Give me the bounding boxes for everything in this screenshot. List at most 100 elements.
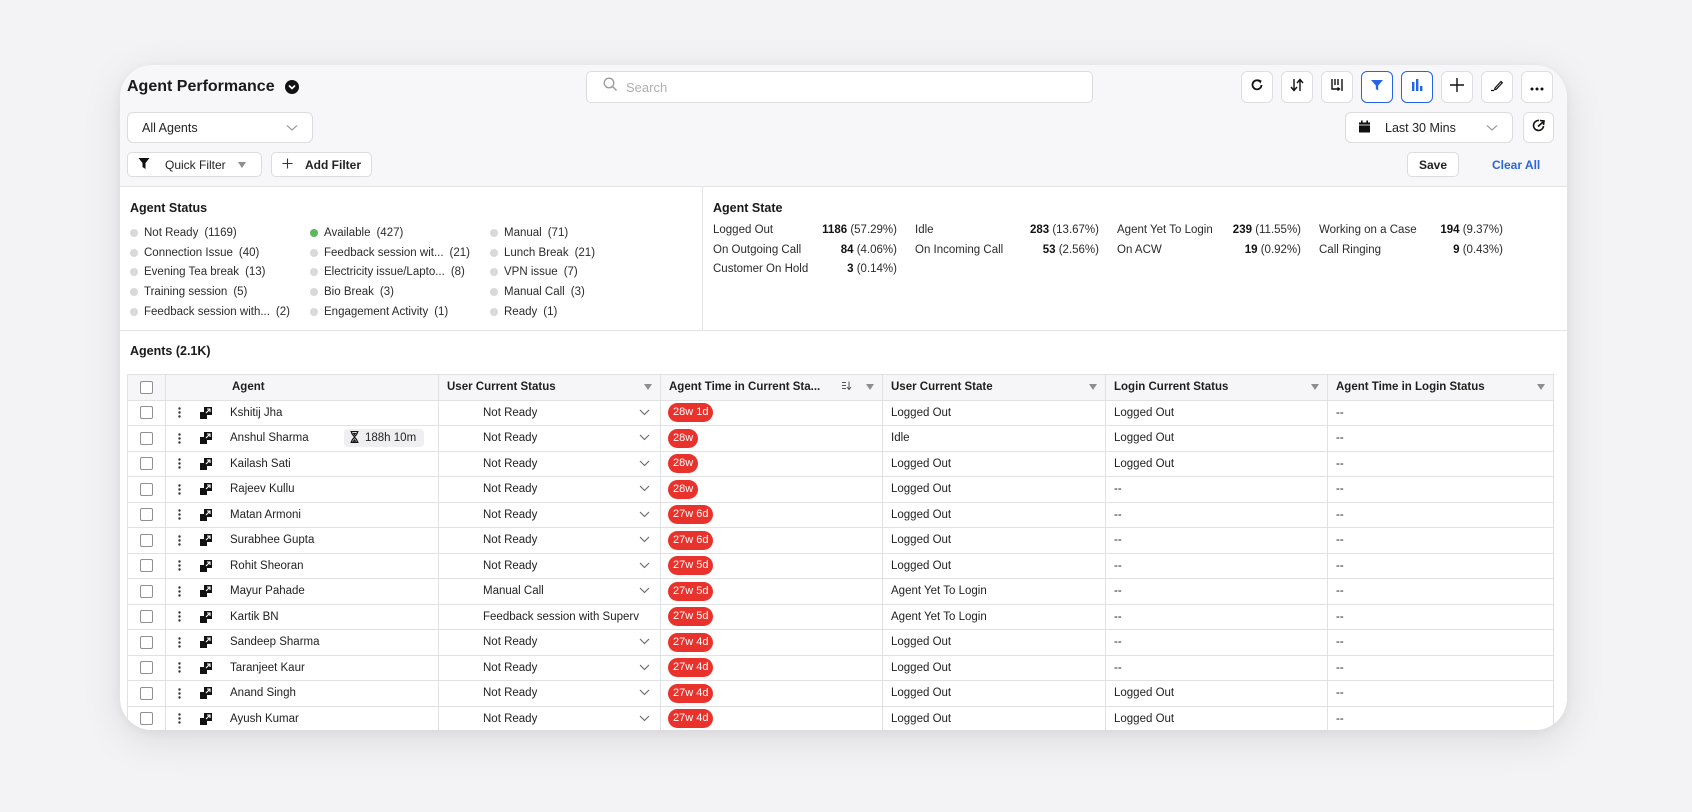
column-header-agent-time-current-status[interactable]: Agent Time in Current Sta... bbox=[660, 374, 883, 401]
agent-status-item[interactable]: Electricity issue/Lapto... (8) bbox=[310, 265, 465, 279]
agent-status-item[interactable]: Manual Call (3) bbox=[490, 285, 585, 299]
table-row[interactable]: Rohit Sheoran Not Ready 27w 5d Logged Out --… bbox=[127, 552, 1554, 579]
chevron-down-icon[interactable] bbox=[639, 585, 650, 597]
column-header-user-current-status[interactable]: User Current Status bbox=[438, 374, 661, 401]
chevron-down-icon[interactable] bbox=[639, 458, 650, 470]
row-menu-icon[interactable] bbox=[172, 458, 186, 469]
agent-state-value[interactable]: 239 (11.55%) bbox=[1209, 224, 1301, 236]
chevron-down-icon[interactable] bbox=[639, 713, 650, 725]
agent-name[interactable]: Anshul Sharma bbox=[230, 432, 338, 444]
sort-desc-icon[interactable] bbox=[842, 381, 852, 393]
column-header-agent[interactable]: Agent bbox=[165, 374, 439, 401]
sort-button[interactable] bbox=[1281, 71, 1313, 103]
table-row[interactable]: Anand Singh Not Ready 27w 4d Logged Out Logg… bbox=[127, 680, 1554, 707]
chevron-down-icon[interactable] bbox=[639, 509, 650, 521]
row-checkbox[interactable] bbox=[140, 686, 153, 700]
table-row[interactable]: Taranjeet Kaur Not Ready 27w 4d Logged Out -… bbox=[127, 654, 1554, 681]
agent-state-value[interactable]: 84 (4.06%) bbox=[805, 244, 897, 256]
agent-state-value[interactable]: 53 (2.56%) bbox=[1007, 244, 1099, 256]
user-current-status-cell[interactable]: Manual Call bbox=[438, 578, 661, 605]
edit-button[interactable] bbox=[1481, 71, 1513, 103]
user-current-status-cell[interactable]: Not Ready bbox=[438, 705, 661, 730]
agent-status-item[interactable]: Lunch Break (21) bbox=[490, 246, 595, 260]
chevron-down-icon[interactable] bbox=[639, 534, 650, 546]
agent-name[interactable]: Kartik BN bbox=[230, 611, 338, 623]
open-agent-icon[interactable] bbox=[200, 610, 212, 623]
agent-status-item[interactable]: Ready (1) bbox=[490, 305, 557, 319]
row-menu-icon[interactable] bbox=[172, 407, 186, 418]
chevron-down-icon[interactable] bbox=[639, 687, 650, 699]
agent-status-item[interactable]: Evening Tea break (13) bbox=[130, 265, 266, 279]
agent-state-value[interactable]: 19 (0.92%) bbox=[1209, 244, 1301, 256]
table-row[interactable]: Surabhee Gupta Not Ready 27w 6d Logged Out -… bbox=[127, 527, 1554, 554]
agent-status-item[interactable]: VPN issue (7) bbox=[490, 265, 578, 279]
agent-name[interactable]: Surabhee Gupta bbox=[230, 534, 338, 546]
row-menu-icon[interactable] bbox=[172, 560, 186, 571]
agent-name[interactable]: Kailash Sati bbox=[230, 458, 338, 470]
table-row[interactable]: Kailash Sati Not Ready 28w Logged Out Logged… bbox=[127, 450, 1554, 477]
open-agent-icon[interactable] bbox=[200, 585, 212, 598]
agent-status-item[interactable]: Available (427) bbox=[310, 226, 403, 240]
agent-name[interactable]: Mayur Pahade bbox=[230, 585, 338, 597]
table-row[interactable]: Sandeep Sharma Not Ready 27w 4d Logged Out -… bbox=[127, 629, 1554, 656]
column-filter-icon[interactable] bbox=[644, 384, 652, 391]
open-agent-icon[interactable] bbox=[200, 559, 212, 572]
row-checkbox[interactable] bbox=[140, 610, 153, 624]
more-options-button[interactable] bbox=[1521, 71, 1553, 103]
agent-name[interactable]: Taranjeet Kaur bbox=[230, 662, 338, 674]
open-agent-icon[interactable] bbox=[200, 508, 212, 521]
column-filter-icon[interactable] bbox=[1089, 384, 1097, 391]
row-checkbox[interactable] bbox=[140, 661, 153, 675]
title-dropdown-icon[interactable] bbox=[284, 80, 299, 94]
table-row[interactable]: Kartik BN Feedback session with Superv 27w… bbox=[127, 603, 1554, 630]
table-row[interactable]: Kshitij Jha Not Ready 28w 1d Logged Out Logg… bbox=[127, 399, 1554, 426]
row-menu-icon[interactable] bbox=[172, 662, 186, 673]
agent-name[interactable]: Ayush Kumar bbox=[230, 713, 338, 725]
date-range-dropdown[interactable]: Last 30 Mins bbox=[1345, 112, 1513, 143]
agent-state-value[interactable]: 194 (9.37%) bbox=[1411, 224, 1503, 236]
add-button[interactable] bbox=[1441, 71, 1473, 103]
agent-status-item[interactable]: Manual (71) bbox=[490, 226, 568, 240]
row-checkbox[interactable] bbox=[140, 482, 153, 496]
user-current-status-cell[interactable]: Not Ready bbox=[438, 654, 661, 681]
share-button[interactable] bbox=[1523, 112, 1554, 143]
agent-name[interactable]: Sandeep Sharma bbox=[230, 636, 338, 648]
add-filter-button[interactable]: Add Filter bbox=[271, 152, 372, 177]
agent-state-value[interactable]: 283 (13.67%) bbox=[1007, 224, 1099, 236]
user-current-status-cell[interactable]: Not Ready bbox=[438, 476, 661, 503]
open-agent-icon[interactable] bbox=[200, 712, 212, 725]
user-current-status-cell[interactable]: Not Ready bbox=[438, 425, 661, 452]
row-checkbox[interactable] bbox=[140, 533, 153, 547]
chevron-down-icon[interactable] bbox=[639, 407, 650, 419]
open-agent-icon[interactable] bbox=[200, 432, 212, 445]
row-checkbox[interactable] bbox=[140, 508, 153, 522]
row-checkbox[interactable] bbox=[140, 559, 153, 573]
agent-status-item[interactable]: Feedback session with... (2) bbox=[130, 305, 290, 319]
user-current-status-cell[interactable]: Not Ready bbox=[438, 680, 661, 707]
open-agent-icon[interactable] bbox=[200, 636, 212, 649]
chevron-down-icon[interactable] bbox=[639, 432, 650, 444]
agent-status-item[interactable]: Engagement Activity (1) bbox=[310, 305, 448, 319]
agent-status-item[interactable]: Bio Break (3) bbox=[310, 285, 394, 299]
open-agent-icon[interactable] bbox=[200, 661, 212, 674]
columns-button[interactable] bbox=[1321, 71, 1353, 103]
refresh-button[interactable] bbox=[1241, 71, 1273, 103]
row-checkbox[interactable] bbox=[140, 457, 153, 471]
column-filter-icon[interactable] bbox=[1537, 384, 1545, 391]
chevron-down-icon[interactable] bbox=[639, 662, 650, 674]
agent-name[interactable]: Matan Armoni bbox=[230, 509, 338, 521]
agent-status-item[interactable]: Feedback session wit... (21) bbox=[310, 246, 470, 260]
quick-filter-button[interactable]: Quick Filter bbox=[127, 152, 262, 177]
user-current-status-cell[interactable]: Not Ready bbox=[438, 450, 661, 477]
row-menu-icon[interactable] bbox=[172, 586, 186, 597]
column-header-agent-time-login-status[interactable]: Agent Time in Login Status bbox=[1327, 374, 1554, 401]
row-menu-icon[interactable] bbox=[172, 509, 186, 520]
agent-state-value[interactable]: 3 (0.14%) bbox=[805, 263, 897, 275]
table-row[interactable]: Mayur Pahade Manual Call 27w 5d Agent Yet T… bbox=[127, 578, 1554, 605]
row-checkbox[interactable] bbox=[140, 406, 153, 420]
row-menu-icon[interactable] bbox=[172, 535, 186, 546]
select-all-checkbox[interactable] bbox=[140, 380, 153, 394]
search-box[interactable] bbox=[586, 71, 1093, 103]
open-agent-icon[interactable] bbox=[200, 687, 212, 700]
row-checkbox[interactable] bbox=[140, 584, 153, 598]
